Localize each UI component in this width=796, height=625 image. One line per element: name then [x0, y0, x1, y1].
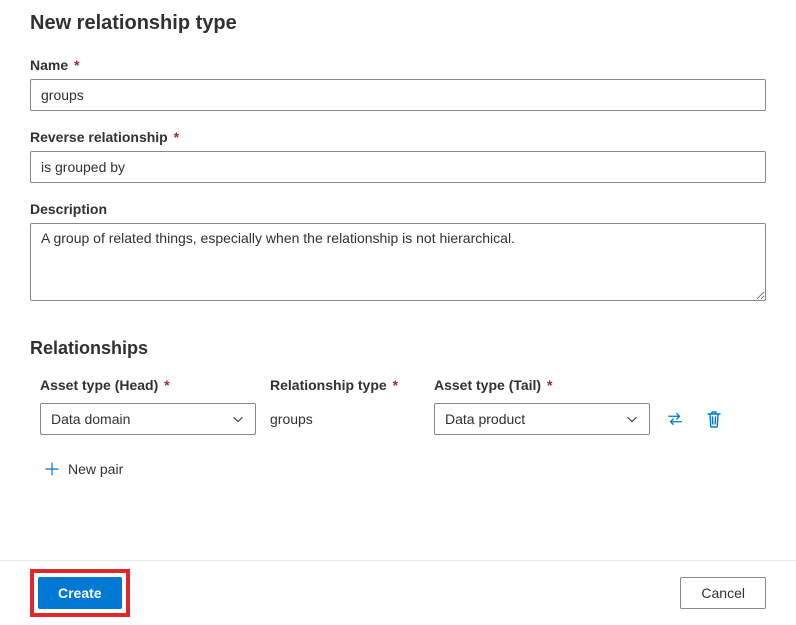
name-label-text: Name — [30, 57, 68, 73]
plus-icon — [44, 461, 60, 477]
name-label: Name * — [30, 57, 766, 73]
description-label-text: Description — [30, 201, 107, 217]
required-marker: * — [174, 129, 179, 145]
create-button[interactable]: Create — [38, 577, 122, 609]
page-title: New relationship type — [30, 12, 766, 35]
asset-tail-value: Data product — [445, 411, 525, 427]
relationship-type-value: groups — [270, 411, 420, 427]
col-head-text: Asset type (Head) — [40, 377, 158, 393]
swap-icon — [666, 410, 684, 428]
required-marker: * — [164, 377, 169, 393]
required-marker: * — [393, 377, 398, 393]
new-pair-label: New pair — [68, 461, 123, 477]
reverse-input[interactable] — [30, 151, 766, 183]
name-input[interactable] — [30, 79, 766, 111]
footer: Create Cancel — [0, 561, 796, 625]
required-marker: * — [74, 57, 79, 73]
trash-icon — [706, 410, 722, 428]
asset-head-select[interactable]: Data domain — [40, 403, 256, 435]
description-label: Description — [30, 201, 766, 217]
relationship-row: Data domain groups Data product — [30, 403, 766, 435]
chevron-down-icon — [231, 412, 245, 426]
required-marker: * — [547, 377, 552, 393]
delete-row-button[interactable] — [704, 408, 724, 430]
reverse-label: Reverse relationship * — [30, 129, 766, 145]
col-reltype-label: Relationship type * — [270, 377, 420, 393]
relationships-heading: Relationships — [30, 338, 766, 359]
col-reltype-text: Relationship type — [270, 377, 387, 393]
chevron-down-icon — [625, 412, 639, 426]
asset-head-value: Data domain — [51, 411, 130, 427]
col-tail-text: Asset type (Tail) — [434, 377, 541, 393]
swap-button[interactable] — [664, 408, 686, 430]
reverse-label-text: Reverse relationship — [30, 129, 168, 145]
col-tail-label: Asset type (Tail) * — [434, 377, 650, 393]
new-pair-button[interactable]: New pair — [40, 455, 127, 483]
create-highlight: Create — [30, 569, 130, 617]
description-textarea[interactable] — [30, 223, 766, 301]
cancel-button[interactable]: Cancel — [680, 577, 766, 609]
asset-tail-select[interactable]: Data product — [434, 403, 650, 435]
col-head-label: Asset type (Head) * — [40, 377, 256, 393]
